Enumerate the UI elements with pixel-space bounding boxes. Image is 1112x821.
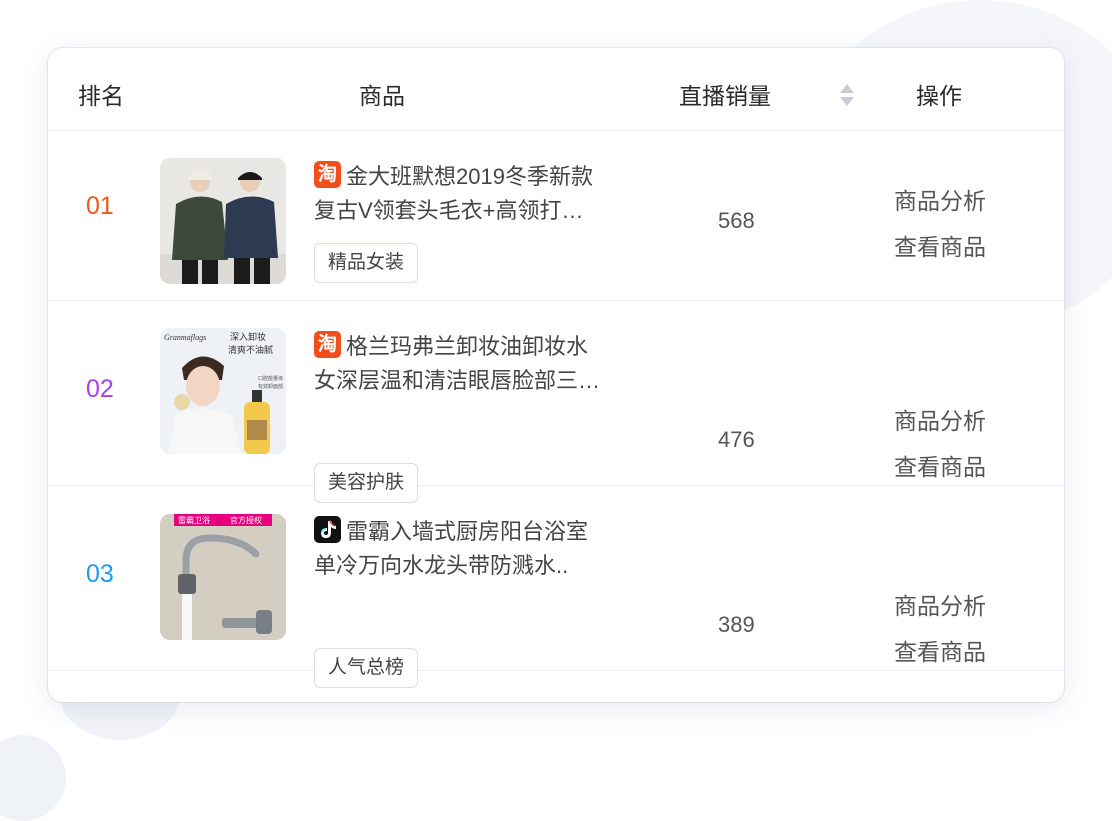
product-title[interactable]: 雷霸入墙式厨房阳台浴室 单冷万向水龙头带防溅水.. [314,515,636,583]
product-thumbnail[interactable]: 雷霸卫浴 官方授权 [160,514,286,640]
svg-text:有效卸面部: 有效卸面部 [258,383,283,390]
analyze-product-link[interactable]: 商品分析 [894,587,986,621]
sales-value: 568 [718,208,755,233]
rank-number: 02 [86,375,114,403]
view-product-link[interactable]: 查看商品 [894,228,986,262]
svg-text:深入卸妆: 深入卸妆 [230,331,266,343]
category-tag: 精品女装 [314,243,419,283]
view-product-link[interactable]: 查看商品 [894,448,986,482]
rank-number: 01 [86,192,114,220]
product-title[interactable]: 淘格兰玛弗兰卸妆油卸妆水 女深层温和清洁眼唇脸部三… [314,330,636,398]
analyze-product-link[interactable]: 商品分析 [894,402,986,436]
product-thumbnail[interactable]: Granmaflags 深入卸妆 清爽不油腻 口腔能量液 有效卸面部 [160,328,286,454]
svg-text:口腔能量液: 口腔能量液 [258,375,283,382]
header-action: 操作 [916,83,962,109]
header-product: 商品 [359,83,405,109]
table-row: 02 Granmaflags 深入卸妆 清爽不油腻 口腔能量液 有效卸面部 淘 … [48,300,1064,503]
background-blob [0,735,66,821]
header-sales[interactable]: 直播销量 [679,48,771,130]
douyin-icon [314,516,341,543]
product-title[interactable]: 淘金大班默想2019冬季新款 复古V领套头毛衣+高领打… [314,160,636,228]
svg-text:官方授权: 官方授权 [230,515,262,525]
view-product-link[interactable]: 查看商品 [894,633,986,667]
svg-text:清爽不油腻: 清爽不油腻 [228,344,273,356]
taobao-icon: 淘 [314,331,341,358]
svg-text:雷霸卫浴: 雷霸卫浴 [178,515,210,525]
sales-value: 476 [718,427,755,452]
category-tag: 人气总榜 [314,648,419,688]
svg-text:Granmaflags: Granmaflags [164,333,206,342]
ranking-table-card: 排名 商品 直播销量 操作 01 淘 金大班默想2019冬季新款 复古V领套头毛… [48,48,1064,702]
table-header: 排名 商品 直播销量 操作 [48,48,1064,131]
table-row: 03 雷霸卫浴 官方授权 雷霸入墙式厨房阳台浴室 单冷万向水龙头带防溅水.. 人… [48,485,1064,688]
analyze-product-link[interactable]: 商品分析 [894,182,986,216]
rank-number: 03 [86,560,114,588]
sales-value: 389 [718,612,755,637]
table-row: 01 淘金大班默想2019冬季新款 复古V领套头毛衣+高领打… 精品女装 568… [48,130,1064,301]
product-thumbnail[interactable] [160,158,286,284]
header-rank: 排名 [78,83,124,109]
taobao-icon: 淘 [314,161,341,188]
sort-icon[interactable] [839,84,855,108]
